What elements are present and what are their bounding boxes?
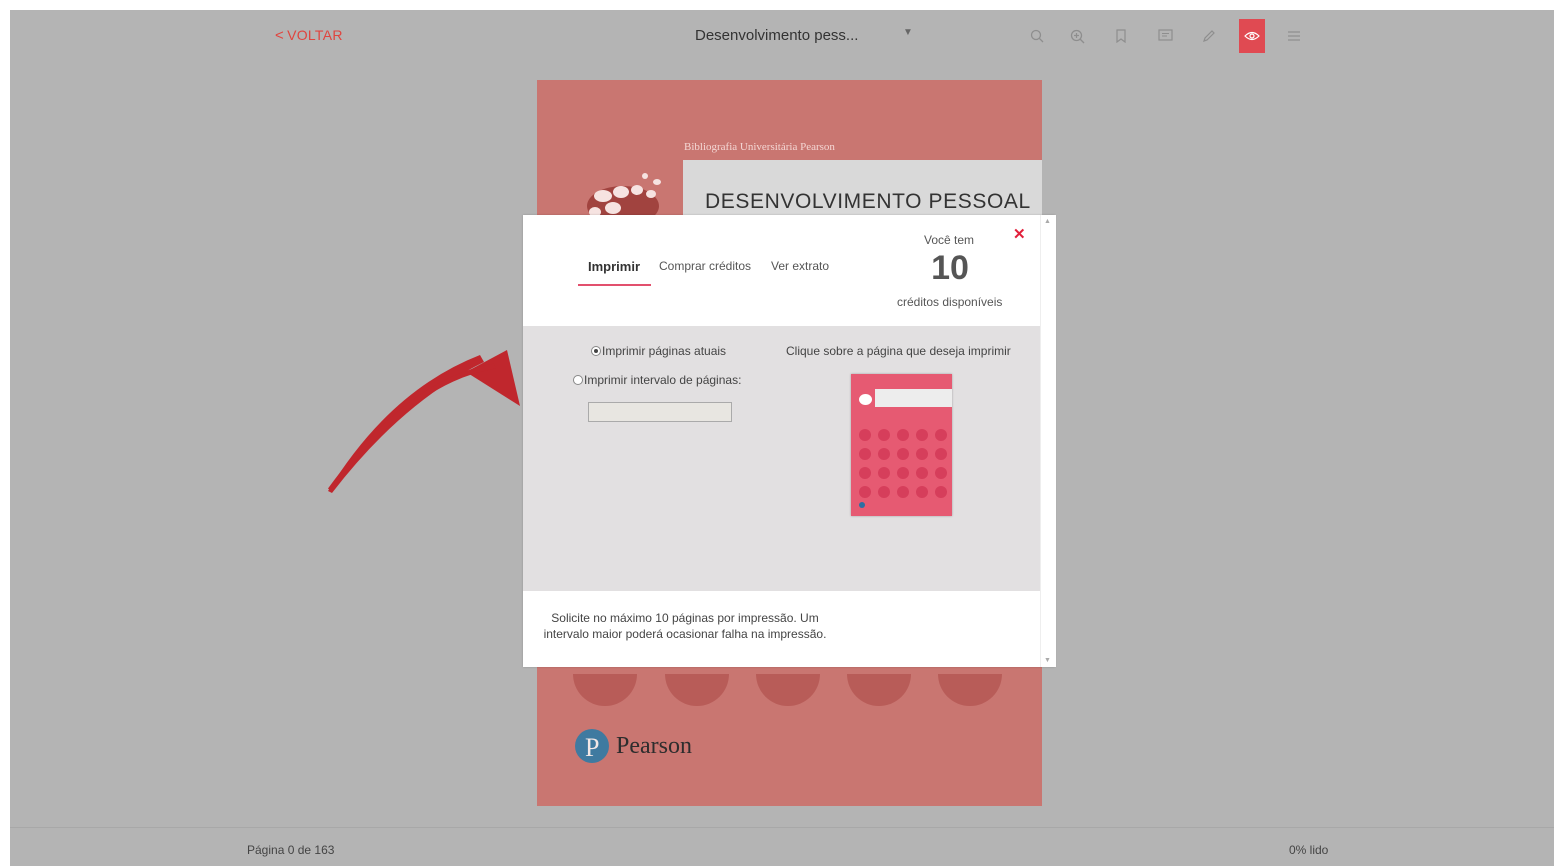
svg-text:P: P [585, 733, 599, 762]
tab-ver-extrato[interactable]: Ver extrato [771, 259, 829, 273]
pearson-logo: P Pearson [574, 728, 692, 764]
thumbnail-icon-grid [859, 429, 947, 498]
book-title: DESENVOLVIMENTO PESSOAL [705, 190, 1031, 213]
page-indicator: Página 0 de 163 [247, 843, 335, 857]
dialog-scrollbar[interactable]: ▲ ▼ [1040, 215, 1056, 667]
close-icon[interactable]: ✕ [1013, 225, 1026, 243]
bookmark-icon[interactable] [1109, 24, 1133, 48]
option-page-range[interactable]: Imprimir intervalo de páginas: [573, 373, 741, 387]
cover-icon-row [573, 674, 1002, 706]
option-current-label: Imprimir páginas atuais [602, 344, 727, 358]
radio-current-pages[interactable] [591, 346, 601, 356]
scroll-down-icon[interactable]: ▼ [1044, 657, 1051, 664]
scroll-up-icon[interactable]: ▲ [1044, 218, 1051, 225]
status-bar: Página 0 de 163 0% lido [10, 827, 1554, 866]
pearson-p-icon: P [575, 729, 609, 763]
credits-caption: créditos disponíveis [897, 295, 1003, 309]
radio-page-range[interactable] [573, 375, 583, 385]
eye-icon[interactable] [1239, 19, 1265, 53]
dialog-footer: Solicite no máximo 10 páginas por impres… [523, 591, 1040, 667]
option-range-label: Imprimir intervalo de páginas: [584, 373, 742, 387]
caret-down-icon[interactable]: ▼ [903, 27, 913, 38]
reader-app: < VOLTAR Desenvolvimento pess... ▼ Biblio… [10, 10, 1554, 866]
dialog-header: Imprimir Comprar créditos Ver extrato Vo… [523, 215, 1040, 326]
print-dialog: Imprimir Comprar créditos Ver extrato Vo… [523, 215, 1056, 667]
tab-comprar-creditos[interactable]: Comprar créditos [659, 259, 751, 273]
print-limit-note: Solicite no máximo 10 páginas por impres… [543, 611, 827, 641]
menu-icon[interactable] [1282, 24, 1306, 48]
zoom-in-icon[interactable] [1065, 24, 1089, 48]
read-progress: 0% lido [1289, 843, 1329, 857]
page-thumbnail[interactable] [851, 374, 952, 516]
pencil-icon[interactable] [1197, 24, 1221, 48]
book-series: Bibliografia Universitária Pearson [684, 141, 835, 153]
dialog-body: Imprimir páginas atuais Imprimir interva… [523, 326, 1040, 591]
tab-imprimir[interactable]: Imprimir [588, 259, 640, 274]
active-tab-indicator [578, 284, 651, 286]
thumbnail-pearson-logo [859, 502, 865, 508]
annotation-arrow-icon [327, 350, 520, 493]
thumbnail-title-bar [875, 389, 952, 407]
credits-count: 10 [931, 249, 969, 287]
page-range-input[interactable] [588, 402, 732, 422]
option-current-pages[interactable]: Imprimir páginas atuais [591, 344, 726, 358]
click-page-hint: Clique sobre a página que deseja imprimi… [786, 344, 1011, 358]
thumbnail-logo [859, 394, 872, 405]
publisher-name: Pearson [616, 732, 692, 759]
document-title[interactable]: Desenvolvimento pess... [695, 27, 858, 44]
notes-icon[interactable] [1153, 24, 1177, 48]
credits-label: Você tem [924, 233, 975, 247]
search-icon[interactable] [1025, 24, 1049, 48]
